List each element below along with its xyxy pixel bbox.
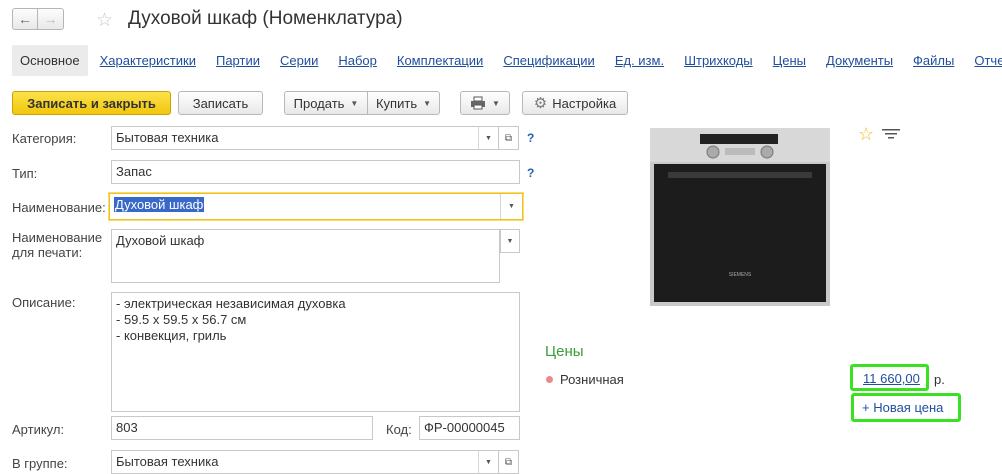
open-icon[interactable]: ⧉ (499, 126, 519, 150)
price-value-link[interactable]: 11 660,00 (863, 371, 920, 386)
category-label: Категория: (12, 131, 77, 146)
type-field[interactable]: Запас (111, 160, 520, 184)
name-value: Духовой шкаф (114, 197, 205, 212)
name-label: Наименование: (12, 200, 106, 215)
favorite-star-icon[interactable]: ☆ (96, 9, 113, 32)
code-label: Код: (386, 422, 412, 437)
print-name-field[interactable]: Духовой шкаф (111, 229, 500, 283)
settings-button[interactable]: ⚙ Настройка (522, 91, 628, 115)
dropdown-caret-icon[interactable]: ▼ (478, 451, 498, 473)
tab-11[interactable]: Файлы (913, 53, 954, 68)
group-field[interactable]: Бытовая техника ▼ (111, 450, 499, 474)
page-title: Духовой шкаф (Номенклатура) (128, 8, 403, 29)
article-field[interactable]: 803 (111, 416, 373, 440)
brand-text: SIEMENS (729, 272, 752, 278)
tab-4[interactable]: Набор (338, 53, 377, 68)
print-name-label-line-2: для печати: (12, 245, 83, 260)
description-field[interactable]: - электрическая независимая духовка - 59… (111, 292, 520, 412)
oven-picture: SIEMENS (650, 128, 830, 306)
dropdown-caret-icon[interactable]: ▼ (500, 229, 520, 253)
caret-down-icon: ▼ (350, 98, 359, 108)
category-value: Бытовая техника (116, 130, 219, 145)
printer-icon (471, 96, 486, 110)
menu-lines-icon[interactable] (882, 128, 900, 143)
save-button[interactable]: Записать (178, 91, 263, 115)
arrow-right-icon: → (43, 11, 58, 27)
open-icon[interactable]: ⧉ (499, 450, 519, 474)
save-and-close-label: Записать и закрыть (27, 95, 156, 111)
tab-10[interactable]: Документы (826, 53, 893, 68)
prices-title: Цены (545, 343, 584, 360)
help-icon[interactable]: ? (527, 166, 534, 180)
gear-icon: ⚙ (533, 95, 548, 112)
buy-button[interactable]: Купить ▼ (367, 91, 440, 115)
save-and-close-button[interactable]: Записать и закрыть (12, 91, 171, 115)
settings-label: Настройка (552, 95, 617, 111)
buy-label: Купить (375, 95, 418, 111)
tab-1[interactable]: Характеристики (100, 53, 196, 68)
dropdown-caret-icon[interactable]: ▼ (478, 127, 498, 149)
description-line: - конвекция, гриль (116, 328, 227, 343)
group-label: В группе: (12, 456, 68, 471)
sell-label: Продать (293, 95, 345, 111)
description-line: - 59.5 х 59.5 х 56.7 см (116, 312, 247, 327)
tab-0[interactable]: Основное (12, 44, 88, 76)
article-label: Артикул: (12, 422, 65, 437)
forward-button[interactable]: → (38, 8, 64, 30)
arrow-left-icon: ← (18, 11, 32, 27)
type-label: Тип: (12, 166, 38, 181)
price-kind-label: Розничная (560, 372, 624, 387)
save-label: Записать (192, 95, 249, 111)
article-value: 803 (116, 420, 138, 435)
description-label: Описание: (12, 295, 76, 310)
category-field[interactable]: Бытовая техника ▼ (111, 126, 499, 150)
product-image[interactable]: SIEMENS (650, 128, 830, 306)
dropdown-caret-icon[interactable]: ▼ (500, 194, 522, 219)
tab-6[interactable]: Спецификации (503, 53, 595, 68)
tab-7[interactable]: Ед. изм. (615, 53, 664, 68)
code-field[interactable]: ФР-00000045 (419, 416, 520, 440)
caret-down-icon: ▼ (492, 98, 500, 108)
type-value: Запас (116, 164, 152, 179)
currency-label: р. (934, 372, 945, 387)
tab-5[interactable]: Комплектации (397, 53, 483, 68)
tab-8[interactable]: Штрихкоды (684, 53, 753, 68)
description-line: - электрическая независимая духовка (116, 296, 346, 311)
sell-button[interactable]: Продать ▼ (284, 91, 368, 115)
print-name-value: Духовой шкаф (116, 233, 205, 248)
new-price-link[interactable]: + Новая цена (862, 400, 943, 415)
name-input[interactable]: Духовой шкаф ▼ (109, 193, 523, 220)
print-button[interactable]: ▼ (460, 91, 510, 115)
help-icon[interactable]: ? (527, 131, 534, 145)
print-name-label-line-1: Наименование (12, 230, 103, 245)
tab-3[interactable]: Серии (280, 53, 318, 68)
price-kind-dot-icon (546, 376, 553, 383)
tab-9[interactable]: Цены (773, 53, 806, 68)
tab-2[interactable]: Партии (216, 53, 260, 68)
back-button[interactable]: ← (12, 8, 38, 30)
favorite-star-icon[interactable]: ☆ (858, 124, 874, 145)
code-value: ФР-00000045 (424, 420, 505, 435)
caret-down-icon: ▼ (423, 98, 432, 108)
tab-12[interactable]: Отчеты (974, 53, 1002, 68)
tab-bar: Основное Характеристики Партии Серии Набор Ко… (12, 44, 1002, 76)
